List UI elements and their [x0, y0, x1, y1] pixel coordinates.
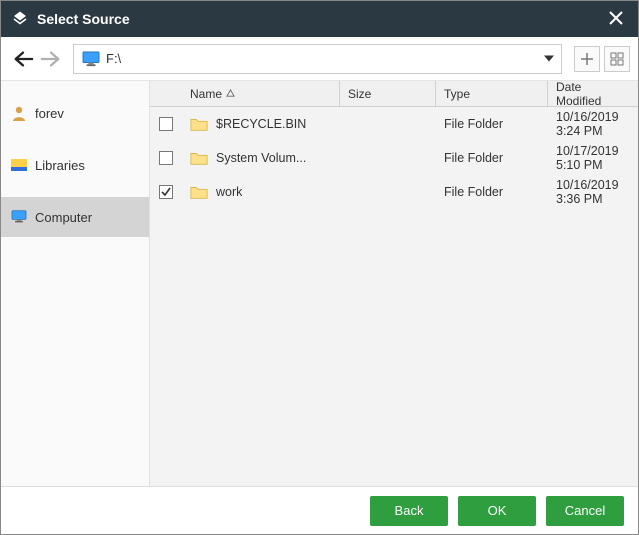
nav-forward-button[interactable]: [37, 45, 65, 73]
close-button[interactable]: [604, 6, 628, 33]
file-name: work: [216, 185, 242, 199]
new-folder-button[interactable]: [574, 46, 600, 72]
file-row[interactable]: System Volum... File Folder 10/17/2019 5…: [150, 141, 638, 175]
sidebar: forev Libraries Computer: [1, 81, 149, 486]
row-checkbox[interactable]: [159, 185, 173, 199]
view-buttons: [574, 46, 630, 72]
titlebar: Select Source: [1, 1, 638, 37]
drive-icon: [82, 51, 100, 67]
file-type: File Folder: [444, 151, 503, 165]
file-rows: $RECYCLE.BIN File Folder 10/16/2019 3:24…: [150, 107, 638, 486]
row-checkbox[interactable]: [159, 117, 173, 131]
file-row[interactable]: $RECYCLE.BIN File Folder 10/16/2019 3:24…: [150, 107, 638, 141]
sort-ascending-icon: [226, 89, 235, 98]
folder-icon: [190, 184, 208, 200]
cancel-button[interactable]: Cancel: [546, 496, 624, 526]
computer-icon: [11, 209, 27, 225]
file-type: File Folder: [444, 185, 503, 199]
file-type: File Folder: [444, 117, 503, 131]
file-name: $RECYCLE.BIN: [216, 117, 306, 131]
select-source-window: Select Source F:\: [0, 0, 639, 535]
file-date: 10/16/2019 3:36 PM: [556, 178, 630, 206]
file-row[interactable]: work File Folder 10/16/2019 3:36 PM: [150, 175, 638, 209]
column-size[interactable]: Size: [340, 81, 436, 106]
file-date: 10/16/2019 3:24 PM: [556, 110, 630, 138]
file-date: 10/17/2019 5:10 PM: [556, 144, 630, 172]
column-checkbox[interactable]: [150, 81, 182, 106]
sidebar-item-libraries[interactable]: Libraries: [1, 145, 149, 185]
path-input[interactable]: F:\: [73, 44, 562, 74]
user-icon: [11, 105, 27, 121]
sidebar-item-computer[interactable]: Computer: [1, 197, 149, 237]
navigation-bar: F:\: [1, 37, 638, 81]
folder-icon: [190, 150, 208, 166]
column-headers: Name Size Type Date Modified: [150, 81, 638, 107]
view-mode-button[interactable]: [604, 46, 630, 72]
footer: Back OK Cancel: [1, 486, 638, 534]
file-name: System Volum...: [216, 151, 306, 165]
window-title: Select Source: [37, 11, 604, 27]
sidebar-item-label: Libraries: [35, 158, 85, 173]
column-date[interactable]: Date Modified: [548, 81, 638, 106]
path-dropdown-icon[interactable]: [543, 51, 555, 66]
path-text: F:\: [106, 51, 121, 66]
row-checkbox[interactable]: [159, 151, 173, 165]
column-type[interactable]: Type: [436, 81, 548, 106]
back-button[interactable]: Back: [370, 496, 448, 526]
sidebar-item-label: forev: [35, 106, 64, 121]
column-name[interactable]: Name: [182, 81, 340, 106]
sidebar-item-forev[interactable]: forev: [1, 93, 149, 133]
libraries-icon: [11, 157, 27, 173]
dialog-body: forev Libraries Computer Name: [1, 81, 638, 486]
nav-back-button[interactable]: [9, 45, 37, 73]
sidebar-item-label: Computer: [35, 210, 92, 225]
ok-button[interactable]: OK: [458, 496, 536, 526]
folder-icon: [190, 116, 208, 132]
app-icon: [11, 10, 29, 28]
file-list: Name Size Type Date Modified: [149, 81, 638, 486]
